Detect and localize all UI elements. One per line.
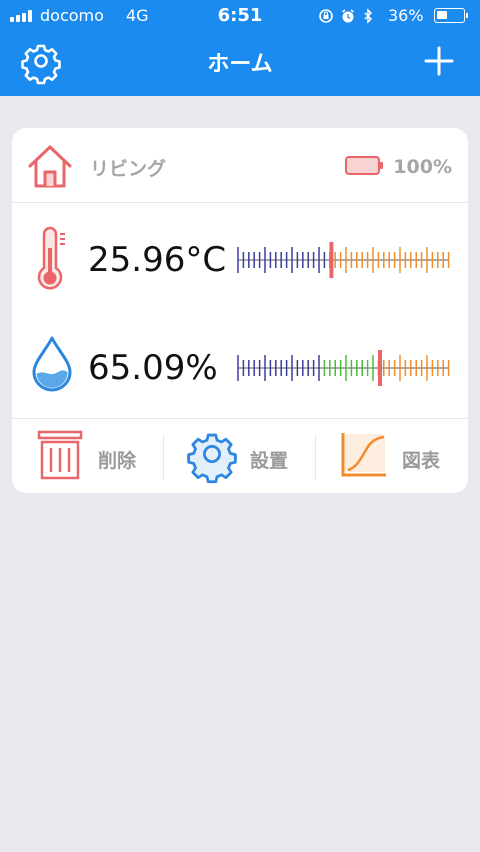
status-bar: docomo 4G 6:51 36% [0, 0, 480, 32]
delete-button[interactable] [12, 418, 162, 493]
plus-icon[interactable] [420, 42, 458, 80]
trash-icon [37, 430, 83, 480]
navigation-bar: docomo 4G 6:51 36% ホーム [0, 0, 480, 96]
bluetooth-icon [364, 8, 373, 24]
device-battery-icon [345, 156, 383, 175]
settings-label: 設置 [250, 450, 289, 472]
thermometer-icon [37, 226, 65, 290]
delete-label: 削除 [98, 450, 137, 472]
divider [12, 202, 468, 203]
humidity-gauge [237, 350, 450, 386]
alarm-icon [342, 9, 354, 23]
settings-button[interactable] [164, 418, 315, 493]
orientation-lock-icon [319, 9, 333, 23]
gear-icon [187, 433, 237, 484]
battery-percent: 36% [388, 6, 424, 25]
device-card[interactable]: リビング 100% 25.96°C 65.09% 削除 設置 図表 [12, 128, 468, 493]
status-icons [319, 8, 373, 24]
temperature-value: 25.96°C [88, 240, 227, 280]
page-title: ホーム [207, 52, 273, 77]
battery-icon [434, 8, 465, 23]
temperature-gauge [237, 242, 450, 278]
gauge-marker [329, 242, 334, 278]
house-icon [28, 145, 72, 188]
water-drop-icon [32, 336, 72, 392]
chart-label: 図表 [402, 450, 441, 472]
chart-button[interactable] [316, 418, 468, 493]
humidity-value: 65.09% [88, 348, 218, 388]
gauge-marker [378, 350, 383, 386]
chart-icon [341, 433, 386, 477]
device-battery-percent: 100% [393, 156, 452, 178]
room-name: リビング [90, 158, 167, 180]
